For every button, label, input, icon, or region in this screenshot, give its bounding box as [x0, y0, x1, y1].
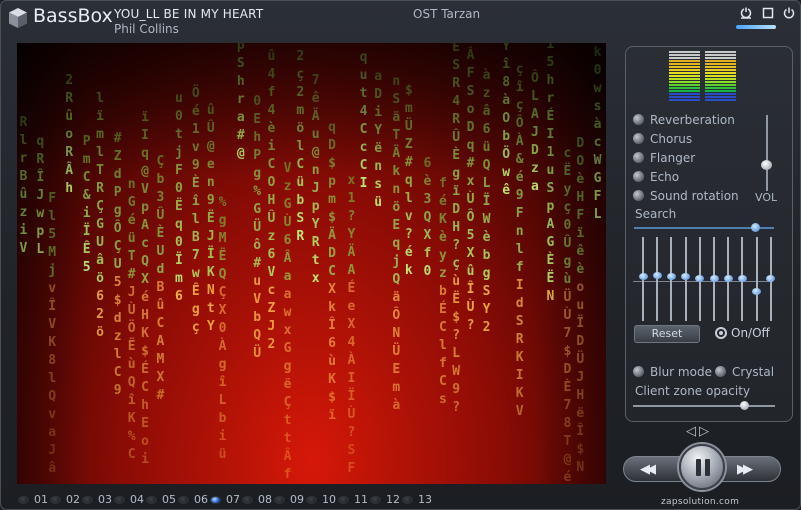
client-opacity-label: Client zone opacity — [635, 384, 751, 398]
vu-meter — [669, 51, 739, 103]
visualization-area[interactable]: RlrBûziVqRÎJwpLFl5MjvÎVK8lQvaJâ2RûoRÂhPm… — [17, 43, 606, 484]
title-bar[interactable]: BassBox YOU_LL BE IN MY HEART Phil Colli… — [1, 1, 800, 41]
blur-mode-toggle[interactable]: Blur mode — [633, 365, 712, 379]
radio-icon — [633, 190, 644, 201]
led-icon — [114, 496, 125, 504]
app-name: BassBox — [33, 5, 113, 27]
led-icon — [50, 496, 61, 504]
play-pause-button[interactable] — [679, 444, 725, 490]
search-slider-handle[interactable] — [751, 223, 760, 232]
radio-icon — [715, 366, 726, 377]
led-icon — [402, 496, 413, 504]
eq-band-handle[interactable] — [752, 288, 762, 296]
led-icon — [146, 496, 157, 504]
eq-band-handle[interactable] — [638, 273, 648, 280]
close-icon[interactable] — [782, 7, 796, 21]
eq-band-handle[interactable] — [766, 274, 776, 282]
fast-forward-icon[interactable]: ▶▶ — [737, 462, 753, 477]
level-indicator — [736, 25, 776, 29]
maximize-icon[interactable] — [761, 7, 775, 21]
volume-label: VOL — [755, 191, 778, 204]
radio-icon — [633, 171, 644, 182]
cube-logo-icon — [9, 8, 27, 28]
led-icon — [18, 496, 29, 504]
effect-sound-rotation[interactable]: Sound rotation — [633, 189, 739, 203]
effect-reverberation[interactable]: Reverberation — [633, 113, 735, 127]
eq-band-9[interactable] — [755, 237, 758, 321]
radio-icon — [633, 133, 644, 144]
right-arrow-icon[interactable]: ▷ — [699, 424, 712, 439]
client-opacity-slider[interactable] — [633, 405, 775, 407]
volume-slider-handle[interactable] — [761, 160, 772, 170]
minimize-icon[interactable] — [739, 7, 753, 21]
eq-band-handle[interactable] — [695, 274, 705, 282]
eq-band-handle[interactable] — [652, 272, 662, 280]
led-icon — [210, 496, 221, 504]
effect-chorus[interactable]: Chorus — [633, 132, 692, 146]
track-title: YOU_LL BE IN MY HEART — [114, 7, 264, 21]
toggle-icon — [715, 327, 727, 339]
crystal-toggle[interactable]: Crystal — [715, 365, 774, 379]
eq-on-off-toggle[interactable]: On/Off — [715, 326, 770, 340]
left-arrow-icon[interactable]: ◁ — [686, 424, 699, 439]
equalizer — [633, 237, 776, 321]
radio-icon — [633, 366, 644, 377]
radio-icon — [633, 152, 644, 163]
volume-slider[interactable] — [766, 115, 768, 191]
brand-link[interactable]: zapsolution.com — [661, 497, 739, 507]
led-icon — [178, 496, 189, 504]
led-icon — [306, 496, 317, 504]
eq-band-handle[interactable] — [666, 273, 676, 280]
led-icon — [338, 496, 349, 504]
eq-reset-button[interactable]: Reset — [634, 325, 700, 343]
effect-echo[interactable]: Echo — [633, 170, 679, 184]
search-label: Search — [635, 207, 677, 221]
track-artist: Phil Collins — [114, 22, 179, 36]
control-panel: Reverberation Chorus Flanger Echo Sound … — [625, 46, 793, 422]
radio-icon — [633, 114, 644, 125]
pause-icon — [696, 459, 701, 476]
led-icon — [370, 496, 381, 504]
led-icon — [242, 496, 253, 504]
client-opacity-slider-handle[interactable] — [740, 401, 749, 410]
vu-meter-left — [669, 51, 700, 103]
panel-nav: ◁▷ — [686, 424, 712, 439]
eq-band-handle[interactable] — [681, 273, 691, 280]
effect-flanger[interactable]: Flanger — [633, 151, 695, 165]
led-icon — [274, 496, 285, 504]
led-icon — [82, 496, 93, 504]
bassbox-window: BassBox YOU_LL BE IN MY HEART Phil Colli… — [0, 0, 801, 510]
rewind-icon[interactable]: ◀◀ — [640, 462, 656, 477]
vu-meter-right — [705, 51, 736, 103]
album-title: OST Tarzan — [413, 7, 481, 21]
